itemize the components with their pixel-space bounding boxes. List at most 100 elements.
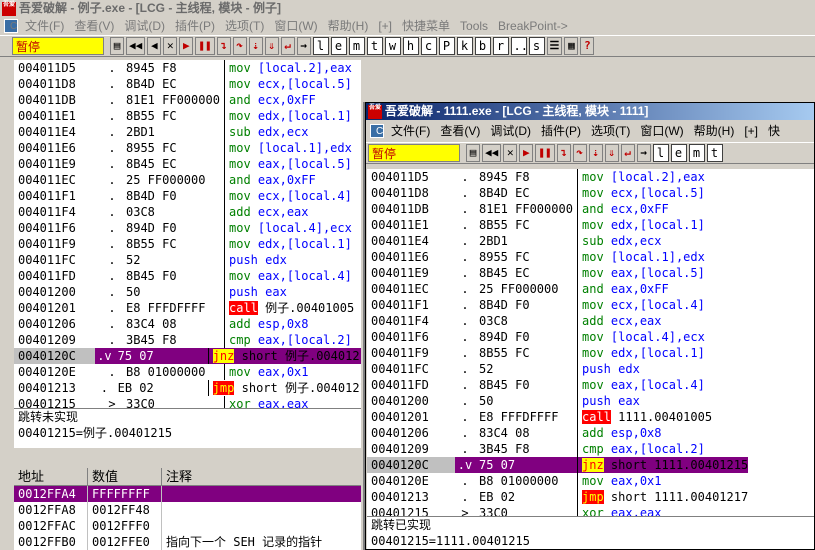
stack-row[interactable]: 0012FFAC 0012FFF0: [14, 518, 361, 534]
disasm-row[interactable]: 004011EC. 25 FF000000 and eax,0xFF: [14, 172, 361, 188]
menu-item[interactable]: Tools: [455, 17, 493, 35]
pause-icon[interactable]: ❚❚: [535, 144, 555, 162]
window-button-e[interactable]: e: [670, 144, 687, 162]
window-button-l[interactable]: l: [652, 144, 669, 162]
menu-item[interactable]: 帮助(H): [323, 17, 374, 35]
menu-item[interactable]: 帮助(H): [689, 120, 740, 142]
window-button-l[interactable]: l: [312, 37, 329, 55]
disasm-row[interactable]: 004011F9. 8B55 FC mov edx,[local.1]: [367, 345, 814, 361]
disasm-row[interactable]: 00401200. 50 push eax: [367, 393, 814, 409]
disasm-row[interactable]: 004011F4. 03C8 add ecx,eax: [14, 204, 361, 220]
options-icon[interactable]: ▦: [564, 37, 579, 55]
window-button-b[interactable]: b: [474, 37, 491, 55]
run-icon[interactable]: ▶: [179, 37, 194, 55]
step-into-icon[interactable]: ↴: [556, 144, 571, 162]
disasm-row[interactable]: 004011F6. 894D F0 mov [local.4],ecx: [367, 329, 814, 345]
disasm-row[interactable]: 0040120E. B8 01000000 mov eax,0x1: [367, 473, 814, 489]
help-icon[interactable]: ?: [580, 37, 595, 55]
window-button-h[interactable]: h: [402, 37, 419, 55]
system-menu-icon[interactable]: C: [370, 124, 384, 138]
rewind-icon[interactable]: ◀◀: [126, 37, 146, 55]
disasm-row[interactable]: 00401213. EB 02 jmp short 1111.00401217: [367, 489, 814, 505]
close-icon[interactable]: ✕: [163, 37, 178, 55]
system-menu-icon[interactable]: C: [4, 19, 18, 33]
disasm-row[interactable]: 004011E6. 8955 FC mov [local.1],edx: [14, 140, 361, 156]
window-button-P[interactable]: P: [438, 37, 455, 55]
disasm-row[interactable]: 004011FD. 8B45 F0 mov eax,[local.4]: [367, 377, 814, 393]
column-header-value[interactable]: 数值: [88, 468, 162, 485]
step-into-icon[interactable]: ↴: [216, 37, 231, 55]
trace-over-icon[interactable]: ⇓: [264, 37, 279, 55]
disasm-row[interactable]: 004011DB. 81E1 FF000000 and ecx,0xFF: [367, 201, 814, 217]
column-header-comment[interactable]: 注释: [162, 468, 361, 485]
menu-item[interactable]: 选项(T): [586, 120, 635, 142]
step-back-icon[interactable]: ◀: [147, 37, 162, 55]
disassembly-pane[interactable]: 004011D5. 8945 F8 mov [local.2],eax 004011D…: [14, 60, 361, 408]
execute-till-return-icon[interactable]: ↵: [280, 37, 295, 55]
disasm-row[interactable]: 004011E1. 8B55 FC mov edx,[local.1]: [367, 217, 814, 233]
menu-item[interactable]: 文件(F): [386, 120, 435, 142]
menu-item[interactable]: 插件(P): [536, 120, 586, 142]
disassembly-pane[interactable]: 004011D5. 8945 F8 mov [local.2],eax 004011D…: [367, 169, 814, 517]
menu-item[interactable]: 窗口(W): [635, 120, 688, 142]
menu-item[interactable]: [+]: [373, 17, 397, 35]
step-over-icon[interactable]: ↷: [232, 37, 247, 55]
disasm-row[interactable]: 0040120C .v 75 07 jnz short 例子.00401215: [14, 348, 361, 364]
window-button-c[interactable]: c: [420, 37, 437, 55]
trace-into-icon[interactable]: ⇣: [588, 144, 603, 162]
disasm-row[interactable]: 00401200. 50 push eax: [14, 284, 361, 300]
disasm-row[interactable]: 004011EC. 25 FF000000 and eax,0xFF: [367, 281, 814, 297]
close-icon[interactable]: ✕: [503, 144, 518, 162]
menu-item[interactable]: 快捷菜单: [397, 17, 455, 35]
execute-till-return-icon[interactable]: ↵: [620, 144, 635, 162]
disasm-row[interactable]: 004011E6. 8955 FC mov [local.1],edx: [367, 249, 814, 265]
disasm-row[interactable]: 004011DB. 81E1 FF000000 and ecx,0xFF: [14, 92, 361, 108]
window-button-t[interactable]: t: [366, 37, 383, 55]
disasm-row[interactable]: 004011FC. 52 push edx: [14, 252, 361, 268]
menu-item[interactable]: 查看(V): [435, 120, 485, 142]
go-to-icon[interactable]: →: [296, 37, 311, 55]
window-button-e[interactable]: e: [330, 37, 347, 55]
disasm-row[interactable]: 004011F6. 894D F0 mov [local.4],ecx: [14, 220, 361, 236]
menu-item[interactable]: 选项(T): [220, 17, 269, 35]
disasm-row[interactable]: 0040120E. B8 01000000 mov eax,0x1: [14, 364, 361, 380]
list-icon[interactable]: ☰: [546, 37, 563, 55]
disasm-row[interactable]: 004011F9. 8B55 FC mov edx,[local.1]: [14, 236, 361, 252]
menu-item[interactable]: 查看(V): [69, 17, 119, 35]
open-icon[interactable]: ▤: [466, 144, 480, 162]
menu-item[interactable]: 窗口(W): [269, 17, 322, 35]
disasm-row[interactable]: 004011D5. 8945 F8 mov [local.2],eax: [367, 169, 814, 185]
disasm-row[interactable]: 004011D8. 8B4D EC mov ecx,[local.5]: [367, 185, 814, 201]
step-over-icon[interactable]: ↷: [572, 144, 587, 162]
disasm-row[interactable]: 004011F4. 03C8 add ecx,eax: [367, 313, 814, 329]
window-button-m[interactable]: m: [348, 37, 365, 55]
disasm-row[interactable]: 00401201. E8 FFFDFFFF call 例子.00401005: [14, 300, 361, 316]
disasm-row[interactable]: 004011E4. 2BD1 sub edx,ecx: [367, 233, 814, 249]
menu-item[interactable]: 调试(D): [485, 120, 536, 142]
rewind-icon[interactable]: ◀◀: [482, 144, 502, 162]
stack-row[interactable]: 0012FFA4 FFFFFFFF: [14, 486, 361, 502]
disasm-row[interactable]: 004011E9. 8B45 EC mov eax,[local.5]: [367, 265, 814, 281]
trace-over-icon[interactable]: ⇓: [604, 144, 619, 162]
menu-item[interactable]: BreakPoint->: [493, 17, 573, 35]
run-icon[interactable]: ▶: [519, 144, 534, 162]
stack-row[interactable]: 0012FFB0 0012FFE0 指向下一个 SEH 记录的指针: [14, 534, 361, 550]
disasm-row[interactable]: 00401209. 3B45 F8 cmp eax,[local.2]: [14, 332, 361, 348]
disasm-row[interactable]: 004011F1. 8B4D F0 mov ecx,[local.4]: [367, 297, 814, 313]
pause-icon[interactable]: ❚❚: [195, 37, 215, 55]
window-button-more[interactable]: ...: [510, 37, 535, 55]
disasm-row[interactable]: 00401206. 83C4 08 add esp,0x8: [367, 425, 814, 441]
disasm-row[interactable]: 004011E1. 8B55 FC mov edx,[local.1]: [14, 108, 361, 124]
menu-item[interactable]: 文件(F): [20, 17, 69, 35]
title-bar[interactable]: 吾爱 吾爱破解 - 1111.exe - [LCG - 主线程, 模块 - 111…: [366, 103, 814, 120]
window-button-k[interactable]: k: [456, 37, 473, 55]
go-to-icon[interactable]: →: [636, 144, 651, 162]
menu-item[interactable]: 调试(D): [119, 17, 170, 35]
stack-row[interactable]: 0012FFA8 0012FF48: [14, 502, 361, 518]
disasm-row[interactable]: 004011E4. 2BD1 sub edx,ecx: [14, 124, 361, 140]
window-button-m[interactable]: m: [688, 144, 705, 162]
menu-item[interactable]: 插件(P): [170, 17, 220, 35]
disasm-row[interactable]: 004011E9. 8B45 EC mov eax,[local.5]: [14, 156, 361, 172]
disasm-row[interactable]: 004011F1. 8B4D F0 mov ecx,[local.4]: [14, 188, 361, 204]
disasm-row[interactable]: 00401215 >33C0 xor eax,eax: [14, 396, 361, 408]
